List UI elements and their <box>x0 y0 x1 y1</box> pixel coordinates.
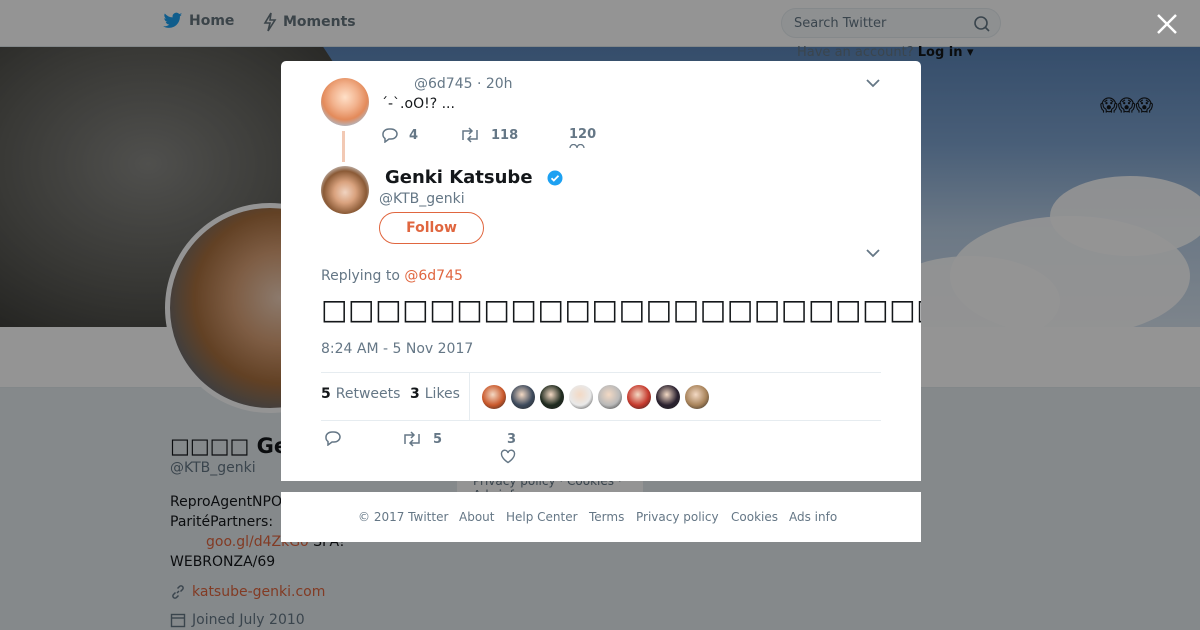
likes-stat[interactable]: 3 Likes <box>410 386 460 402</box>
footer-privacy-link[interactable]: Privacy policy <box>636 510 719 524</box>
footer-about-link[interactable]: About <box>459 510 494 524</box>
tweet-text: □□□□□□□□□□□□□□□□□□□□□□□□□□□□□□□□□□□□□□□□ <box>321 293 921 326</box>
reply-button[interactable] <box>324 430 352 446</box>
reply-icon <box>382 128 398 143</box>
footer-copyright: © 2017 Twitter <box>358 510 449 524</box>
author-name-row[interactable]: Genki Katsube <box>385 167 563 188</box>
ancestor-retweet-count: 118 <box>491 127 519 143</box>
stats-divider <box>469 373 470 420</box>
tweet-stats: 5 Retweets 3 Likes <box>321 372 881 421</box>
retweets-stat[interactable]: 5 Retweets <box>321 386 400 402</box>
ancestor-reply-button[interactable]: 4 <box>381 127 418 143</box>
retweet-icon <box>462 127 478 143</box>
reply-icon <box>325 431 341 446</box>
ancestor-handle-time[interactable]: @6d745 · 20h <box>414 76 513 92</box>
close-icon[interactable] <box>1154 11 1180 37</box>
tweet-timestamp[interactable]: 8:24 AM - 5 Nov 2017 <box>321 341 473 357</box>
footer: © 2017 Twitter About Help Center Terms P… <box>281 492 921 542</box>
retweets-label: Retweets <box>335 386 401 402</box>
ancestor-avatar[interactable] <box>321 78 369 126</box>
replying-prefix: Replying to <box>321 268 405 284</box>
retweets-count: 5 <box>321 386 331 402</box>
author-name: Genki Katsube <box>385 167 533 188</box>
liker-avatar[interactable] <box>511 385 535 409</box>
ancestor-retweet-button[interactable]: 118 <box>459 127 518 143</box>
liker-avatar[interactable] <box>685 385 709 409</box>
ancestor-like-button[interactable]: 120 <box>569 127 596 142</box>
liker-avatar[interactable] <box>598 385 622 409</box>
liker-avatar[interactable] <box>482 385 506 409</box>
verified-badge-icon <box>547 170 563 185</box>
retweet-button[interactable]: 5 <box>401 431 442 447</box>
ancestor-like-count: 120 <box>569 127 597 142</box>
retweet-icon <box>404 431 420 447</box>
replying-to-handle[interactable]: @6d745 <box>404 268 463 284</box>
likes-label: Likes <box>424 386 460 402</box>
footer-ads-link[interactable]: Ads info <box>789 510 837 524</box>
author-avatar[interactable] <box>321 166 369 214</box>
liker-avatar[interactable] <box>540 385 564 409</box>
chevron-down-icon[interactable] <box>866 78 880 88</box>
heart-icon <box>569 144 585 148</box>
replying-to: Replying to @6d745 <box>321 268 463 284</box>
tweet-modal: @6d745 · 20h ´-`.oO!? ... 4 118 120 Genk… <box>281 61 921 481</box>
follow-button[interactable]: Follow <box>379 212 484 244</box>
likes-count: 3 <box>410 386 420 402</box>
like-button[interactable]: 3 <box>500 432 517 464</box>
footer-cookies-link[interactable]: Cookies <box>731 510 778 524</box>
liker-avatar[interactable] <box>569 385 593 409</box>
ancestor-text: ´-`.oO!? ... <box>381 96 455 112</box>
like-count: 3 <box>507 432 517 447</box>
liker-avatar[interactable] <box>627 385 651 409</box>
footer-terms-link[interactable]: Terms <box>589 510 624 524</box>
ancestor-reply-count: 4 <box>409 127 419 143</box>
retweet-count: 5 <box>433 431 443 447</box>
heart-icon <box>500 449 516 464</box>
chevron-down-icon[interactable] <box>866 248 880 258</box>
thread-line <box>342 131 345 162</box>
liker-avatar[interactable] <box>656 385 680 409</box>
footer-help-link[interactable]: Help Center <box>506 510 578 524</box>
author-handle[interactable]: @KTB_genki <box>379 191 465 207</box>
